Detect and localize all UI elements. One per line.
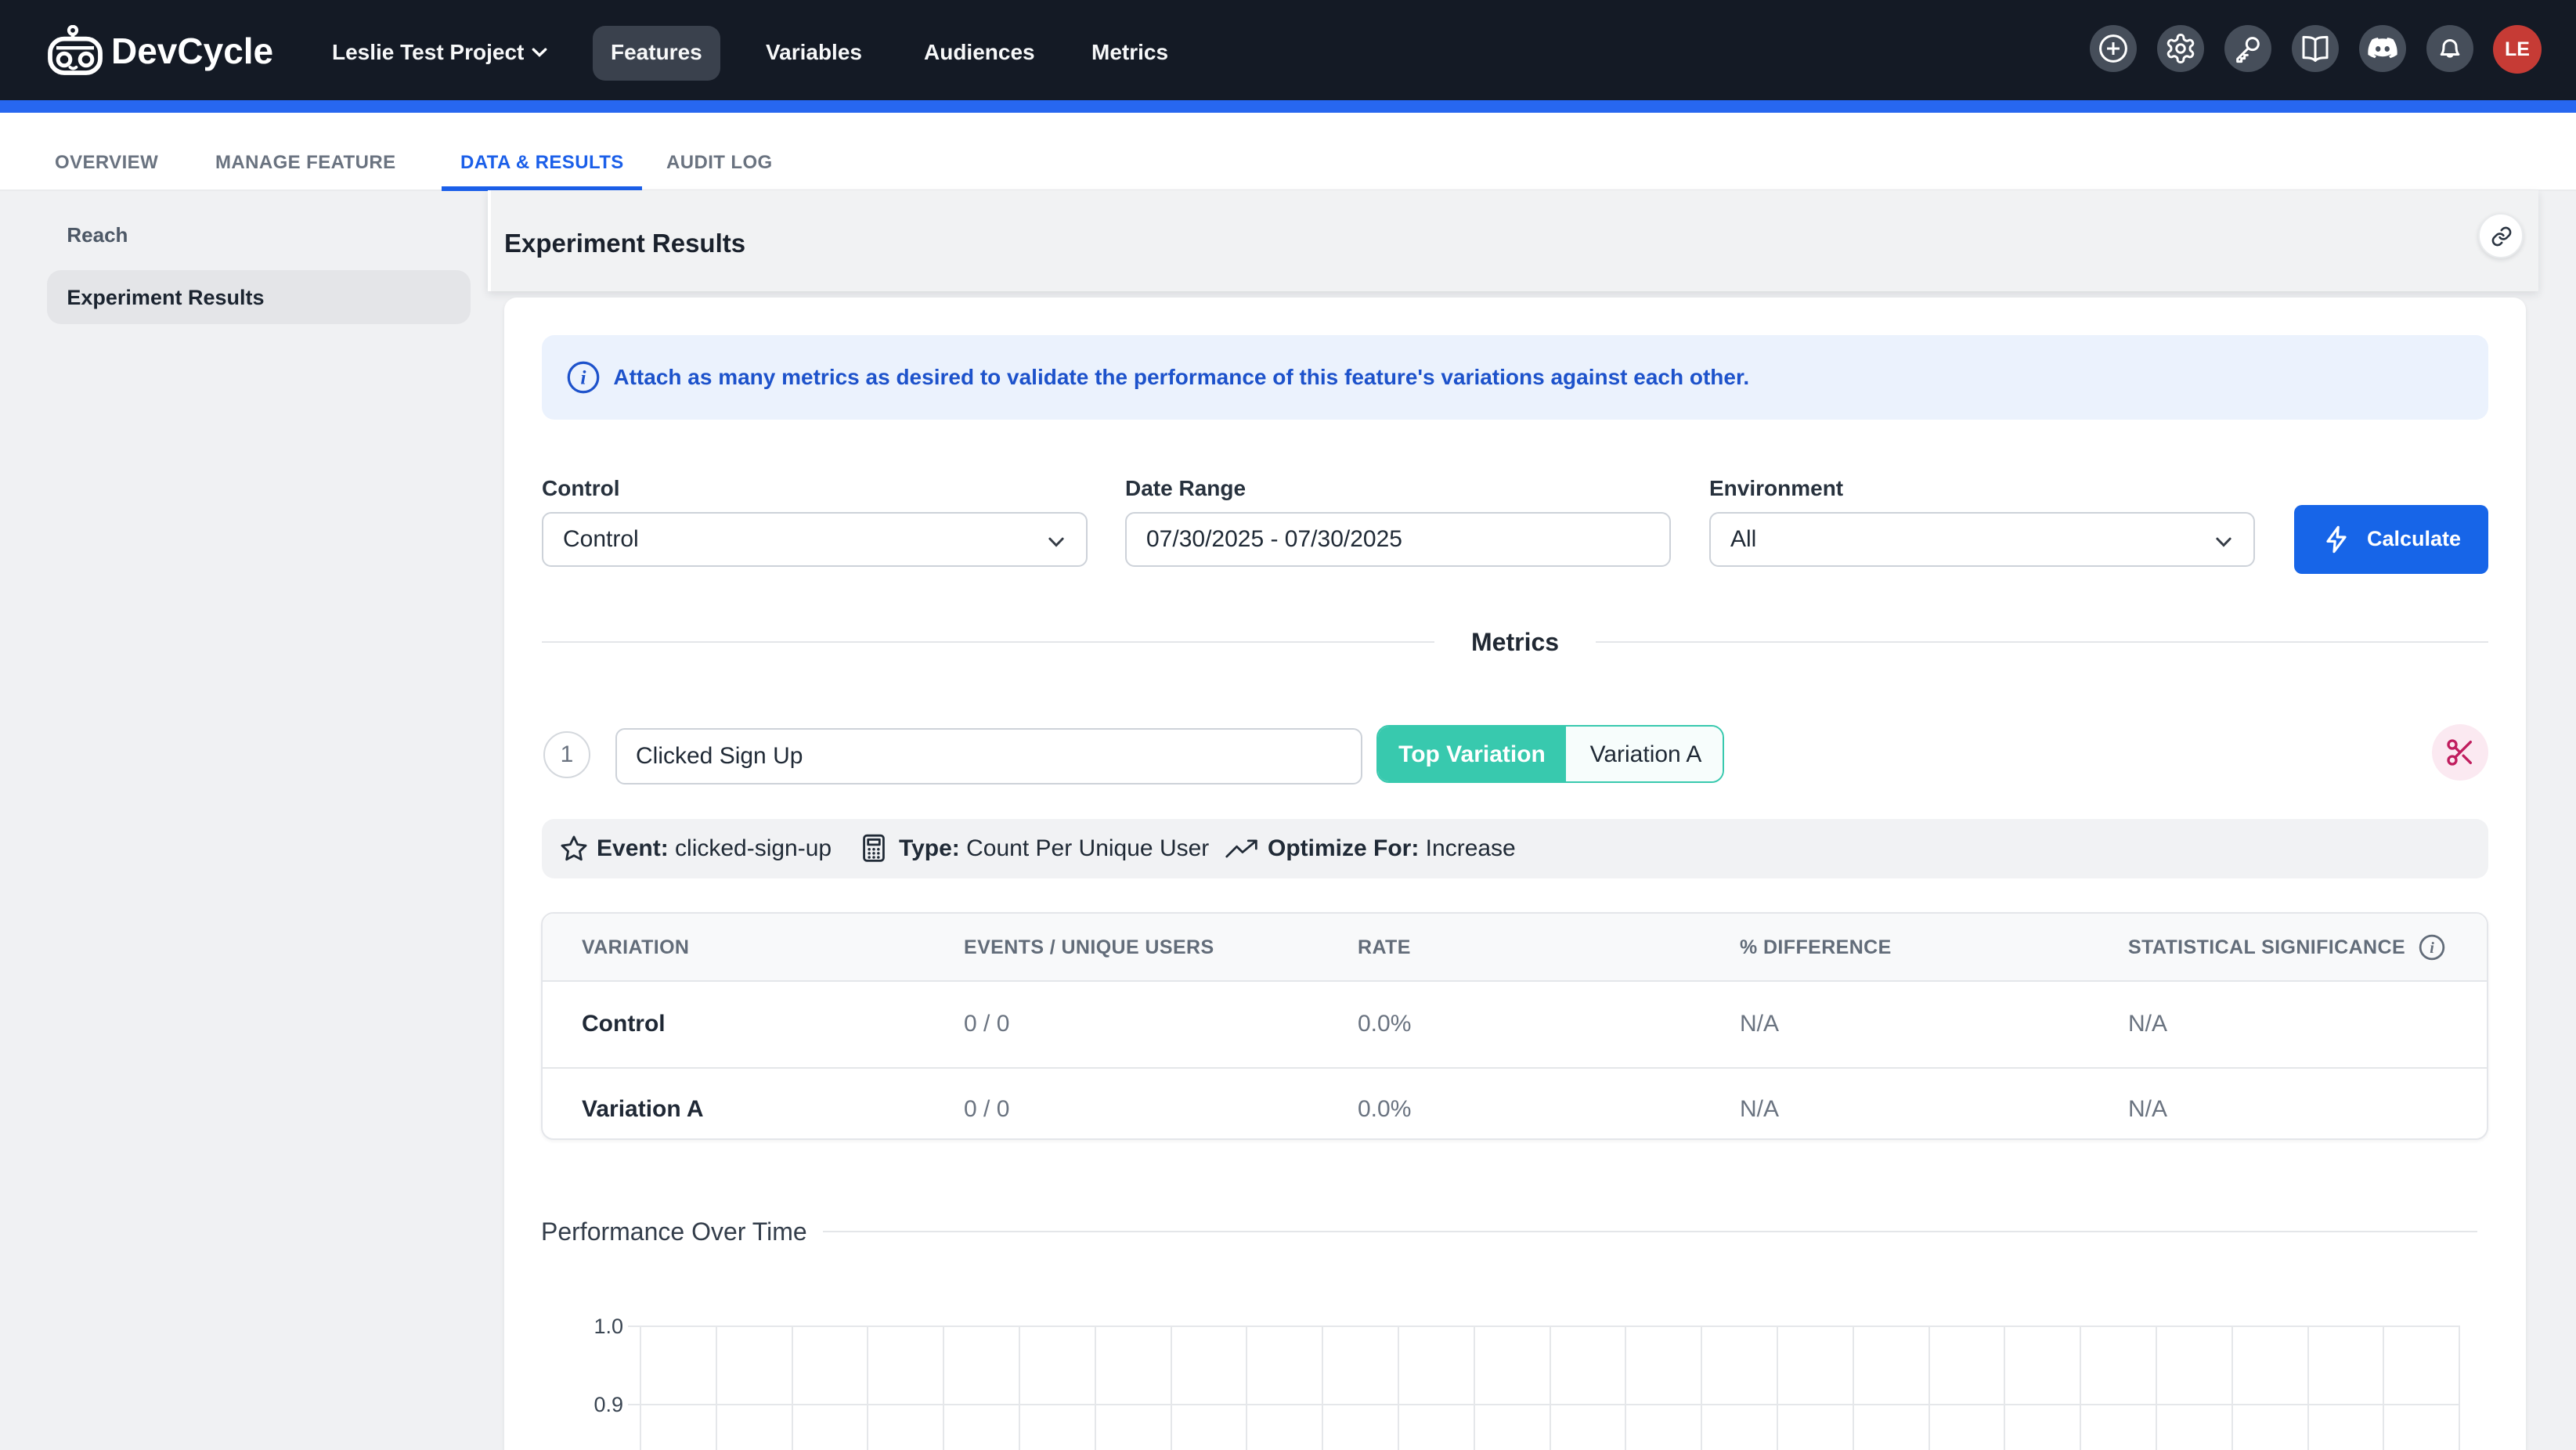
svg-text:i: i — [580, 366, 586, 389]
svg-text:i: i — [2430, 940, 2434, 957]
